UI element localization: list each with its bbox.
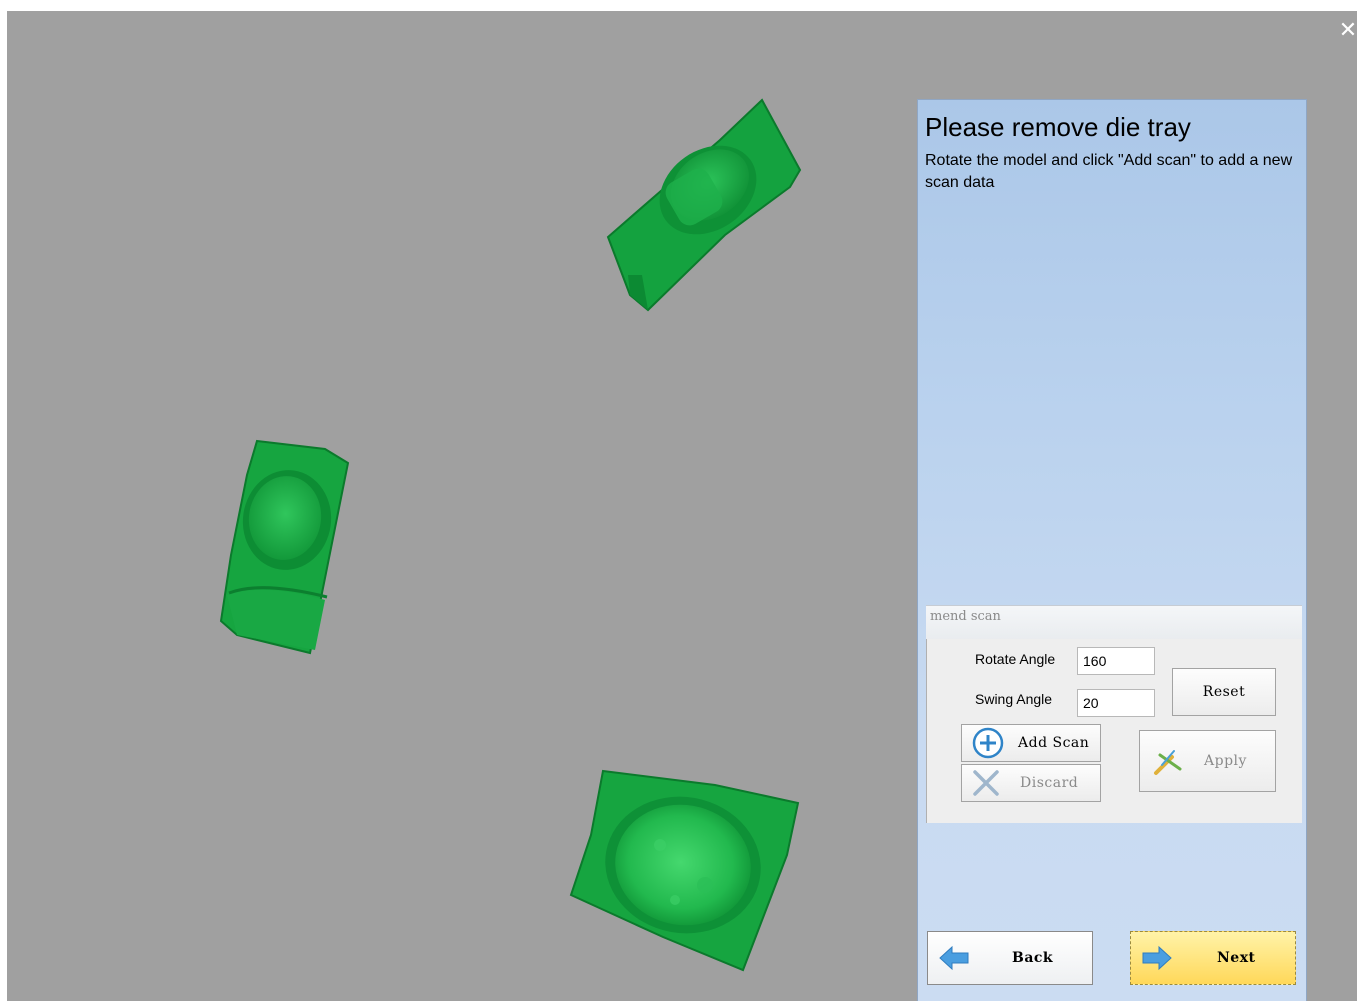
rotate-angle-label: Rotate Angle [975, 651, 1056, 667]
swing-angle-input[interactable] [1077, 689, 1155, 717]
close-icon[interactable]: ✕ [1338, 20, 1357, 42]
x-icon [972, 769, 1000, 797]
group-header: mend scan [926, 605, 1302, 640]
next-label: Next [1217, 950, 1256, 966]
die-model[interactable] [215, 435, 355, 660]
reset-button-label: Reset [1202, 684, 1246, 700]
add-scan-label: Add Scan [1018, 735, 1090, 751]
mend-scan-group: mend scan Rotate Angle Swing Angle Reset… [926, 605, 1302, 823]
next-button[interactable]: Next [1130, 931, 1296, 985]
group-body: Rotate Angle Swing Angle Reset Add Scan … [926, 639, 1302, 823]
die-model[interactable] [565, 765, 805, 975]
rotate-angle-input[interactable] [1077, 647, 1155, 675]
reset-button[interactable]: Reset [1172, 668, 1276, 716]
panel-description: Rotate the model and click "Add scan" to… [925, 152, 1293, 191]
discard-button[interactable]: Discard [961, 764, 1101, 802]
apply-button[interactable]: Apply [1139, 730, 1276, 792]
panel-title: Please remove die tray [925, 112, 1191, 142]
die-model[interactable] [600, 95, 810, 320]
add-scan-button[interactable]: Add Scan [961, 724, 1101, 762]
swing-angle-label: Swing Angle [975, 691, 1053, 707]
discard-label: Discard [1020, 775, 1079, 791]
wand-icon [1150, 743, 1186, 779]
plus-circle-icon [972, 727, 1004, 759]
apply-label: Apply [1204, 753, 1247, 769]
back-label: Back [1012, 950, 1054, 966]
arrow-left-icon [938, 945, 970, 971]
wizard-panel: Please remove die tray Rotate the model … [917, 99, 1307, 1001]
arrow-right-icon [1141, 945, 1173, 971]
group-legend: mend scan [930, 609, 1001, 624]
back-button[interactable]: Back [927, 931, 1093, 985]
